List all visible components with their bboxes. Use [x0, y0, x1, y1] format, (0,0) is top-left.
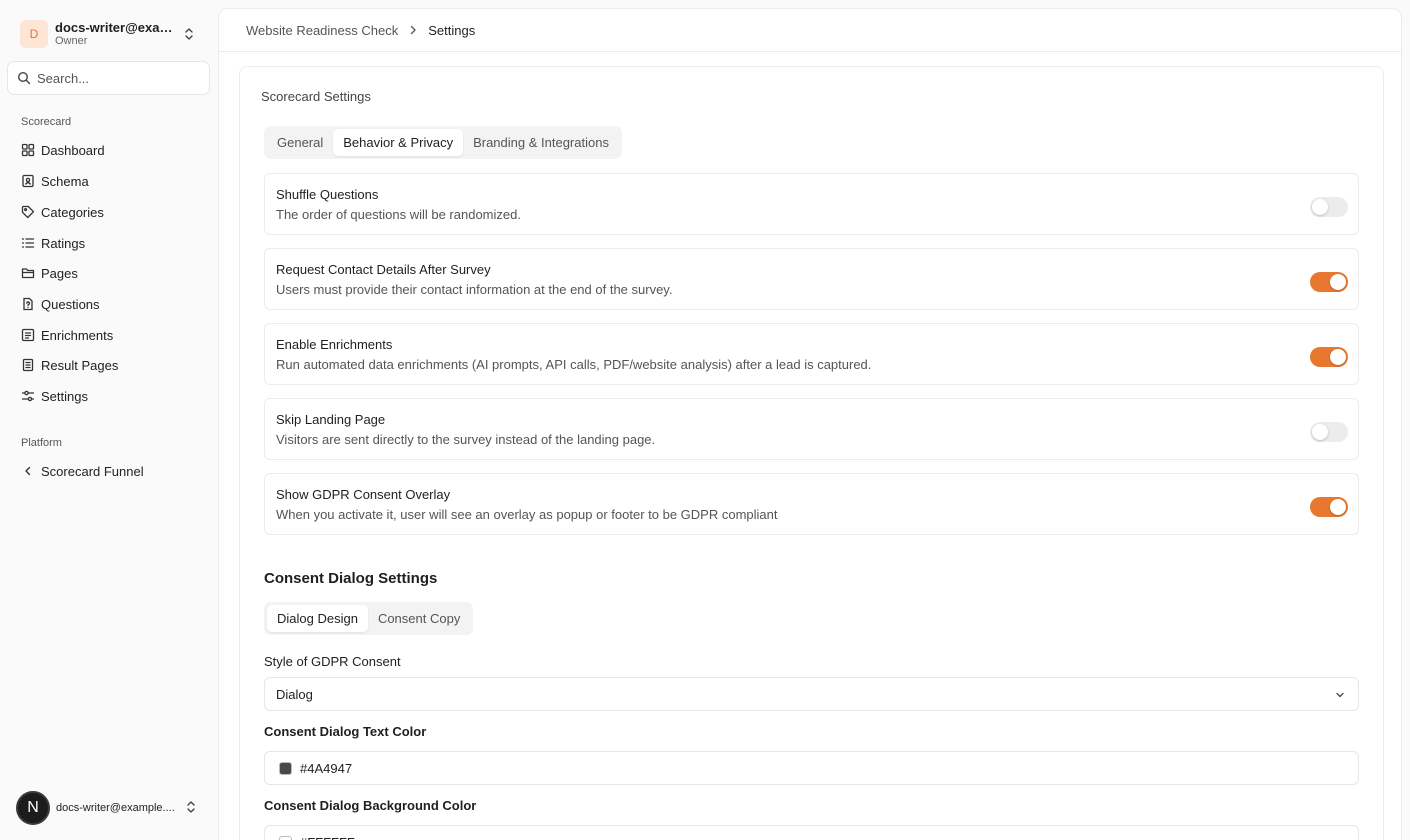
sidebar-item-pages[interactable]: Pages	[14, 259, 204, 287]
tab-branding-integrations[interactable]: Branding & Integrations	[463, 129, 619, 156]
tab-behavior-privacy[interactable]: Behavior & Privacy	[333, 129, 464, 156]
account-role: Owner	[55, 35, 88, 47]
search-input[interactable]	[37, 70, 197, 86]
nav-group-label-scorecard: Scorecard	[21, 116, 72, 128]
setting-description: Run automated data enrichments (AI promp…	[276, 357, 872, 372]
sidebar-item-scorecard-funnel[interactable]: Scorecard Funnel	[14, 457, 204, 485]
breadcrumb-current: Settings	[428, 22, 476, 38]
sidebar-item-label: Schema	[41, 173, 89, 189]
sidebar: D docs-writer@exam... Owner Scorecard Da…	[0, 0, 218, 840]
sidebar-item-questions[interactable]: Questions	[14, 290, 204, 318]
list-icon	[21, 238, 35, 248]
setting-title: Request Contact Details After Survey	[276, 262, 491, 277]
dashboard-icon	[21, 143, 35, 157]
setting-title: Shuffle Questions	[276, 187, 379, 202]
text-color-value: #4A4947	[300, 760, 353, 776]
search-icon	[17, 71, 31, 85]
account-switcher[interactable]: D docs-writer@exam... Owner	[14, 12, 204, 56]
sidebar-item-result-pages[interactable]: Result Pages	[14, 351, 204, 379]
setting-description: Users must provide their contact informa…	[276, 282, 673, 297]
chevron-right-icon	[411, 25, 416, 35]
shuffle-questions-toggle[interactable]	[1310, 197, 1348, 217]
tab-general[interactable]: General	[267, 129, 333, 156]
user-email: docs-writer@example....	[56, 802, 175, 814]
app: D docs-writer@exam... Owner Scorecard Da…	[0, 0, 1410, 840]
color-swatch[interactable]	[279, 761, 292, 775]
text-color-label: Consent Dialog Text Color	[264, 724, 427, 739]
card-title: Scorecard Settings	[261, 89, 371, 104]
setting-description: When you activate it, user will see an o…	[276, 507, 778, 522]
settings-card: Scorecard Settings General Behavior & Pr…	[239, 66, 1384, 840]
sidebar-item-label: Enrichments	[41, 327, 114, 343]
breadcrumb-parent-link[interactable]: Website Readiness Check	[246, 23, 398, 38]
user-menu[interactable]: N docs-writer@example....	[14, 790, 204, 826]
folder-icon	[21, 268, 35, 279]
settings-tabs: General Behavior & Privacy Branding & In…	[264, 126, 622, 159]
skip-landing-page-toggle[interactable]	[1310, 422, 1348, 442]
sidebar-item-label: Pages	[41, 265, 78, 281]
background-color-value: #FFFFFF	[300, 835, 355, 840]
breadcrumb: Website Readiness Check Settings	[219, 9, 1401, 52]
account-name: docs-writer@exam...	[55, 20, 180, 35]
sidebar-item-schema[interactable]: Schema	[14, 167, 204, 195]
question-file-icon	[23, 297, 33, 311]
background-color-label: Consent Dialog Background Color	[264, 798, 477, 813]
setting-row-shuffle-questions: Shuffle Questions The order of questions…	[264, 173, 1359, 235]
sidebar-item-categories[interactable]: Categories	[14, 198, 204, 226]
text-color-input[interactable]: #4A4947	[264, 751, 1359, 785]
setting-title: Skip Landing Page	[276, 412, 386, 427]
user-avatar: N	[16, 791, 50, 825]
color-swatch[interactable]	[279, 835, 292, 840]
setting-description: The order of questions will be randomize…	[276, 207, 521, 222]
schema-icon	[22, 174, 34, 188]
enrichments-icon	[21, 328, 35, 342]
result-pages-icon	[22, 358, 34, 372]
gdpr-consent-overlay-toggle[interactable]	[1310, 497, 1348, 517]
consent-dialog-settings-heading: Consent Dialog Settings	[264, 570, 438, 587]
consent-tabs: Dialog Design Consent Copy	[264, 602, 474, 635]
setting-title: Show GDPR Consent Overlay	[276, 487, 451, 502]
nav-group-label-platform: Platform	[21, 437, 62, 449]
sidebar-item-label: Result Pages	[41, 357, 119, 373]
account-avatar: D	[20, 20, 48, 48]
tab-consent-copy[interactable]: Consent Copy	[368, 605, 470, 632]
sidebar-item-label: Dashboard	[41, 142, 105, 158]
tab-dialog-design[interactable]: Dialog Design	[267, 605, 368, 632]
request-contact-details-toggle[interactable]	[1310, 272, 1348, 292]
setting-title: Enable Enrichments	[276, 337, 393, 352]
sidebar-item-label: Questions	[41, 296, 100, 312]
sidebar-item-enrichments[interactable]: Enrichments	[14, 321, 204, 349]
setting-row-skip-landing-page: Skip Landing Page Visitors are sent dire…	[264, 398, 1359, 460]
background-color-input[interactable]: #FFFFFF	[264, 825, 1359, 840]
chevrons-up-down-icon	[187, 801, 195, 813]
enable-enrichments-toggle[interactable]	[1310, 347, 1348, 367]
gdpr-style-value: Dialog	[276, 686, 313, 702]
sidebar-item-label: Scorecard Funnel	[41, 463, 144, 479]
chevrons-up-down-icon	[185, 28, 193, 40]
sidebar-item-label: Ratings	[41, 235, 86, 251]
sidebar-item-label: Categories	[41, 204, 104, 220]
sidebar-item-dashboard[interactable]: Dashboard	[14, 136, 204, 164]
chevron-left-icon	[25, 466, 31, 476]
search-box	[7, 61, 210, 95]
main-panel: Website Readiness Check Settings Scoreca…	[218, 8, 1402, 840]
setting-row-enable-enrichments: Enable Enrichments Run automated data en…	[264, 323, 1359, 385]
setting-row-request-contact-details: Request Contact Details After Survey Use…	[264, 248, 1359, 310]
setting-row-gdpr-consent-overlay: Show GDPR Consent Overlay When you activ…	[264, 473, 1359, 535]
gdpr-style-select[interactable]: Dialog	[264, 677, 1359, 711]
settings-sliders-icon	[21, 390, 35, 402]
chevron-down-icon	[1336, 692, 1344, 698]
sidebar-item-label: Settings	[41, 388, 88, 404]
sidebar-item-settings[interactable]: Settings	[14, 382, 204, 410]
tag-icon	[21, 205, 35, 219]
gdpr-style-label: Style of GDPR Consent	[264, 654, 401, 669]
sidebar-item-ratings[interactable]: Ratings	[14, 229, 204, 257]
setting-description: Visitors are sent directly to the survey…	[276, 432, 656, 447]
